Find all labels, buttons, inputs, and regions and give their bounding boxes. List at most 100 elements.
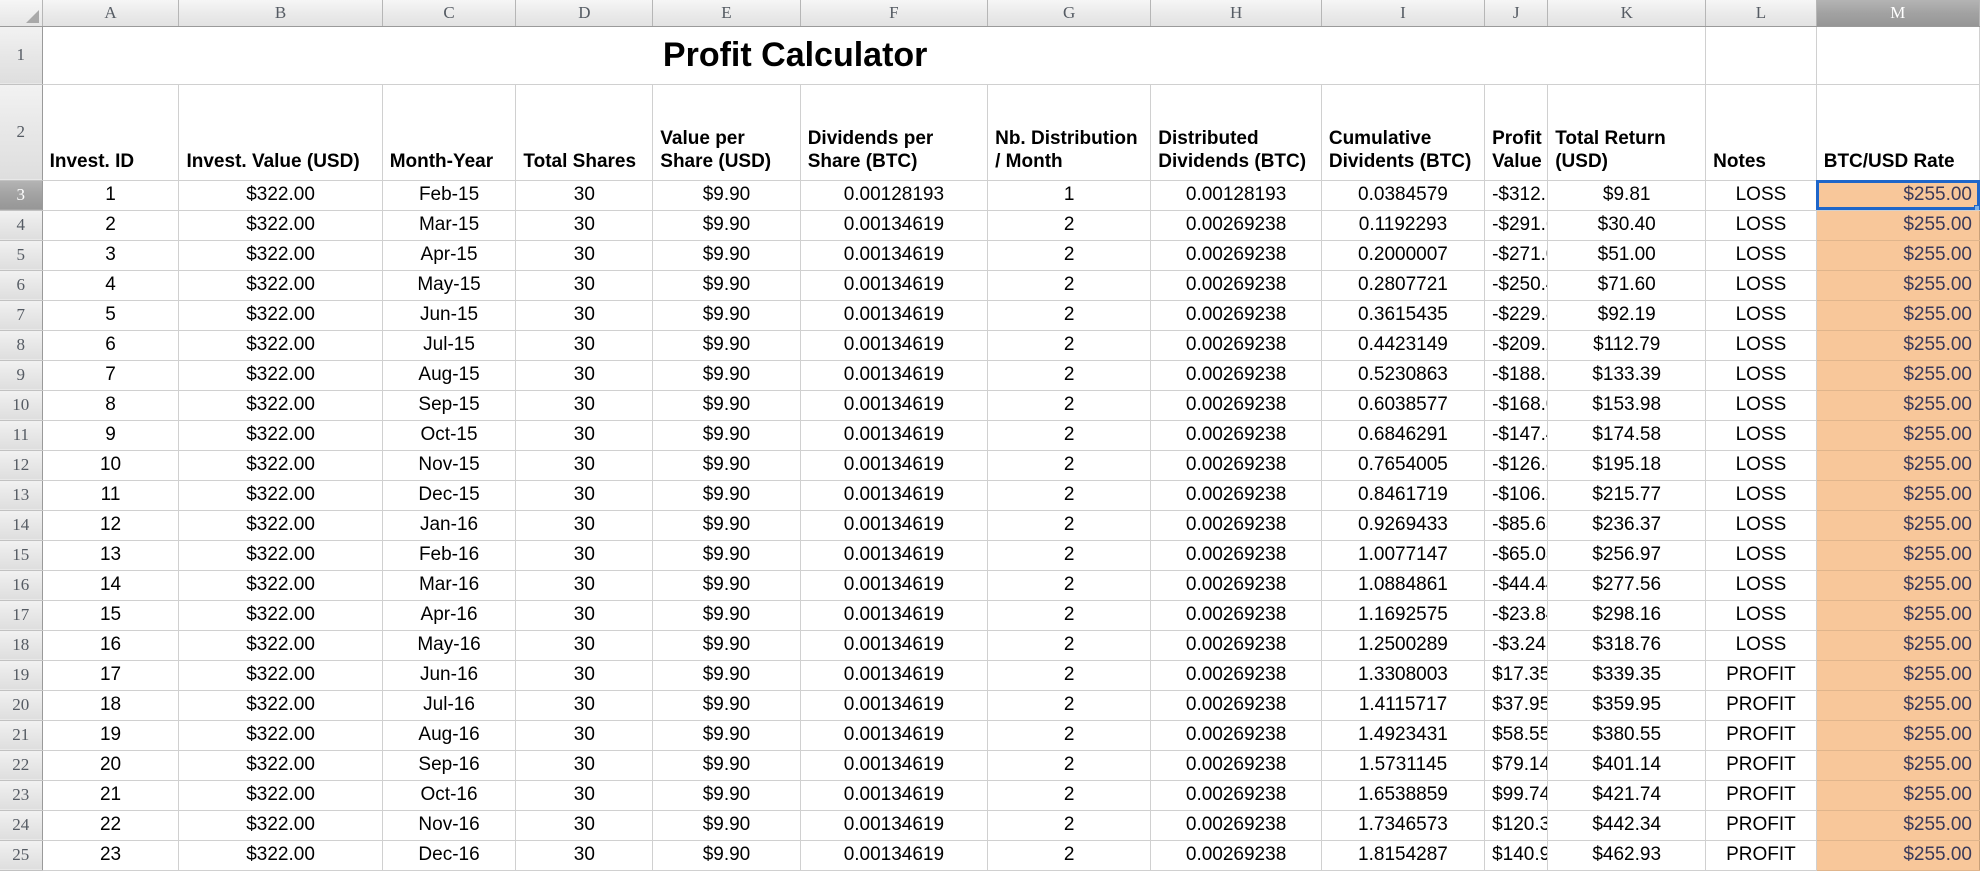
cell-total_shares[interactable]: 30 — [515, 690, 654, 721]
cell-invest_value[interactable]: $322.00 — [178, 750, 383, 781]
cell-btc_rate[interactable]: $255.00 — [1816, 750, 1980, 781]
cell-dist_div[interactable]: 0.00269238 — [1150, 330, 1322, 361]
cell-total_shares[interactable]: 30 — [515, 180, 654, 211]
cell-nb_dist[interactable]: 2 — [987, 720, 1152, 751]
cell-id[interactable]: 18 — [42, 690, 180, 721]
cell-value_per_share[interactable]: $9.90 — [652, 510, 801, 541]
cell-invest_value[interactable]: $322.00 — [178, 540, 383, 571]
cell-total_return[interactable]: $421.74 — [1547, 780, 1707, 811]
cell-total_shares[interactable]: 30 — [515, 390, 654, 421]
cell-K1[interactable] — [1547, 26, 1707, 85]
cell-total_return[interactable]: $30.40 — [1547, 210, 1707, 241]
cell-div_per_share[interactable]: 0.00134619 — [800, 690, 989, 721]
cell-month_year[interactable]: Nov-15 — [382, 450, 517, 481]
cell-notes[interactable]: LOSS — [1705, 270, 1817, 301]
cell-value_per_share[interactable]: $9.90 — [652, 240, 801, 271]
cell-nb_dist[interactable]: 2 — [987, 600, 1152, 631]
cell-div_per_share[interactable]: 0.00134619 — [800, 300, 989, 331]
cell-notes[interactable]: LOSS — [1705, 450, 1817, 481]
cell-cum_div[interactable]: 0.8461719 — [1321, 480, 1486, 511]
cell-month_year[interactable]: Mar-16 — [382, 570, 517, 601]
cell-div_per_share[interactable]: 0.00134619 — [800, 480, 989, 511]
cell-total_return[interactable]: $339.35 — [1547, 660, 1707, 691]
cell-profit[interactable]: -$23.84 — [1484, 600, 1549, 631]
cell-dist_div[interactable]: 0.00269238 — [1150, 420, 1322, 451]
column-header-H[interactable]: H — [1150, 0, 1322, 27]
cell-total_return[interactable]: $401.14 — [1547, 750, 1707, 781]
cell-total_return[interactable]: $359.95 — [1547, 690, 1707, 721]
cell-nb_dist[interactable]: 2 — [987, 390, 1152, 421]
cell-div_per_share[interactable]: 0.00128193 — [800, 180, 989, 211]
cell-nb_dist[interactable]: 2 — [987, 690, 1152, 721]
cell-total_return[interactable]: $380.55 — [1547, 720, 1707, 751]
cell-invest_value[interactable]: $322.00 — [178, 330, 383, 361]
cell-btc_rate[interactable]: $255.00 — [1816, 570, 1980, 601]
cell-total_return[interactable]: $133.39 — [1547, 360, 1707, 391]
cell-total_return[interactable]: $462.93 — [1547, 840, 1707, 871]
cell-btc_rate[interactable]: $255.00 — [1816, 720, 1980, 751]
cell-cum_div[interactable]: 1.8154287 — [1321, 840, 1486, 871]
cell-nb_dist[interactable]: 2 — [987, 570, 1152, 601]
cell-month_year[interactable]: May-15 — [382, 270, 517, 301]
cell-total_return[interactable]: $298.16 — [1547, 600, 1707, 631]
cell-dist_div[interactable]: 0.00128193 — [1150, 180, 1322, 211]
cell-value_per_share[interactable]: $9.90 — [652, 630, 801, 661]
cell-notes[interactable]: LOSS — [1705, 210, 1817, 241]
cell-value_per_share[interactable]: $9.90 — [652, 780, 801, 811]
cell-M1[interactable] — [1816, 26, 1980, 85]
cell-dist_div[interactable]: 0.00269238 — [1150, 300, 1322, 331]
cell-dist_div[interactable]: 0.00269238 — [1150, 240, 1322, 271]
cell-nb_dist[interactable]: 2 — [987, 840, 1152, 871]
row-header-16[interactable]: 16 — [0, 570, 43, 601]
cell-btc_rate[interactable]: $255.00 — [1816, 600, 1980, 631]
cell-value_per_share[interactable]: $9.90 — [652, 330, 801, 361]
cell-total_shares[interactable]: 30 — [515, 570, 654, 601]
cell-id[interactable]: 14 — [42, 570, 180, 601]
row-header-5[interactable]: 5 — [0, 240, 43, 271]
column-header-B[interactable]: B — [178, 0, 383, 27]
cell-btc_rate[interactable]: $255.00 — [1816, 780, 1980, 811]
cell-total_shares[interactable]: 30 — [515, 360, 654, 391]
cell-value_per_share[interactable]: $9.90 — [652, 180, 801, 211]
cell-value_per_share[interactable]: $9.90 — [652, 720, 801, 751]
column-header-G[interactable]: G — [987, 0, 1152, 27]
cell-total_return[interactable]: $9.81 — [1547, 180, 1707, 211]
cell-profit[interactable]: $99.74 — [1484, 780, 1549, 811]
column-header-M[interactable]: M — [1816, 0, 1980, 27]
cell-value_per_share[interactable]: $9.90 — [652, 840, 801, 871]
cell-invest_value[interactable]: $322.00 — [178, 720, 383, 751]
cell-notes[interactable]: PROFIT — [1705, 840, 1817, 871]
cell-month_year[interactable]: Apr-15 — [382, 240, 517, 271]
cell-total_shares[interactable]: 30 — [515, 750, 654, 781]
row-header-4[interactable]: 4 — [0, 210, 43, 241]
cell-cum_div[interactable]: 1.1692575 — [1321, 600, 1486, 631]
cell-id[interactable]: 5 — [42, 300, 180, 331]
cell-dist_div[interactable]: 0.00269238 — [1150, 390, 1322, 421]
header-dividends-per-share[interactable]: Dividends per Share (BTC) — [800, 84, 989, 181]
cell-notes[interactable]: PROFIT — [1705, 810, 1817, 841]
column-header-K[interactable]: K — [1547, 0, 1707, 27]
cell-div_per_share[interactable]: 0.00134619 — [800, 330, 989, 361]
cell-dist_div[interactable]: 0.00269238 — [1150, 630, 1322, 661]
header-value-per-share[interactable]: Value per Share (USD) — [652, 84, 801, 181]
cell-month_year[interactable]: May-16 — [382, 630, 517, 661]
cell-invest_value[interactable]: $322.00 — [178, 450, 383, 481]
cell-month_year[interactable]: Feb-16 — [382, 540, 517, 571]
row-header-20[interactable]: 20 — [0, 690, 43, 721]
cell-profit[interactable]: $37.95 — [1484, 690, 1549, 721]
column-header-A[interactable]: A — [42, 0, 180, 27]
cell-cum_div[interactable]: 1.5731145 — [1321, 750, 1486, 781]
cell-nb_dist[interactable]: 2 — [987, 630, 1152, 661]
cell-btc_rate[interactable]: $255.00 — [1816, 810, 1980, 841]
cell-total_return[interactable]: $277.56 — [1547, 570, 1707, 601]
header-notes[interactable]: Notes — [1705, 84, 1817, 181]
cell-btc_rate[interactable]: $255.00 — [1816, 210, 1980, 241]
cell-invest_value[interactable]: $322.00 — [178, 210, 383, 241]
cell-invest_value[interactable]: $322.00 — [178, 270, 383, 301]
cell-id[interactable]: 7 — [42, 360, 180, 391]
cell-btc_rate[interactable]: $255.00 — [1816, 300, 1980, 331]
cell-notes[interactable]: LOSS — [1705, 420, 1817, 451]
cell-nb_dist[interactable]: 2 — [987, 540, 1152, 571]
cell-cum_div[interactable]: 0.9269433 — [1321, 510, 1486, 541]
row-header-22[interactable]: 22 — [0, 750, 43, 781]
